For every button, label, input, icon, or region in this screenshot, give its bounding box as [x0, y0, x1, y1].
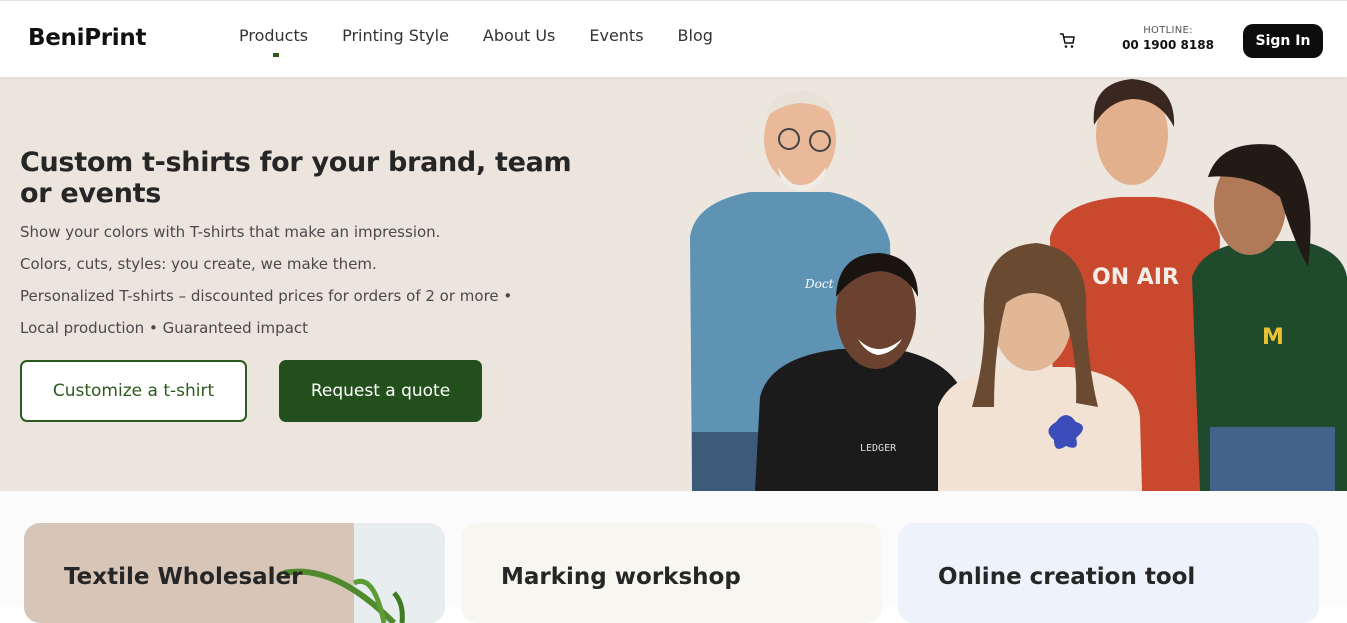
hero-section: Custom t-shirts for your brand, team or … [0, 77, 1347, 491]
nav-blog[interactable]: Blog [678, 26, 713, 45]
sign-in-button[interactable]: Sign In [1243, 24, 1323, 58]
site-header: BeniPrint Products Printing Style About … [0, 0, 1347, 77]
card-title-textile-wholesaler: Textile Wholesaler [64, 564, 303, 590]
shirt-text-doct: Doct [804, 277, 834, 291]
customize-tshirt-button[interactable]: Customize a t-shirt [20, 360, 247, 422]
nav-about-us[interactable]: About Us [483, 26, 555, 45]
brand-logo[interactable]: BeniPrint [28, 25, 146, 51]
nav-products[interactable]: Products [239, 26, 308, 57]
hero-group-photo: Doct ON AIR M LEDGER [680, 77, 1347, 491]
card-title-marking-workshop: Marking workshop [501, 564, 741, 590]
cart-icon[interactable] [1058, 32, 1076, 50]
request-quote-button[interactable]: Request a quote [279, 360, 482, 422]
hotline: HOTLINE: 00 1900 8188 [1120, 25, 1216, 52]
hero-title: Custom t-shirts for your brand, team or … [20, 147, 572, 209]
card-marking-workshop[interactable]: Marking workshop [461, 523, 882, 623]
main-nav: Products Printing Style About Us Events … [239, 26, 747, 57]
shirt-text-ledger: LEDGER [860, 443, 897, 454]
card-textile-wholesaler[interactable]: Textile Wholesaler [24, 523, 445, 623]
card-title-online-creation-tool: Online creation tool [938, 564, 1196, 590]
hero-line-4: Local production • Guaranteed impact [20, 319, 309, 337]
shirt-logo-m: M [1262, 325, 1284, 350]
nav-printing-style[interactable]: Printing Style [342, 26, 449, 45]
hero-line-3: Personalized T-shirts – discounted price… [20, 287, 513, 305]
hotline-number[interactable]: 00 1900 8188 [1120, 38, 1216, 52]
shirt-text-on-air: ON AIR [1092, 265, 1179, 290]
hero-line-2: Colors, cuts, styles: you create, we mak… [20, 255, 377, 273]
card-online-creation-tool[interactable]: Online creation tool [898, 523, 1319, 623]
hero-line-1: Show your colors with T-shirts that make… [20, 223, 441, 241]
nav-events[interactable]: Events [589, 26, 643, 45]
hotline-label: HOTLINE: [1143, 25, 1193, 36]
